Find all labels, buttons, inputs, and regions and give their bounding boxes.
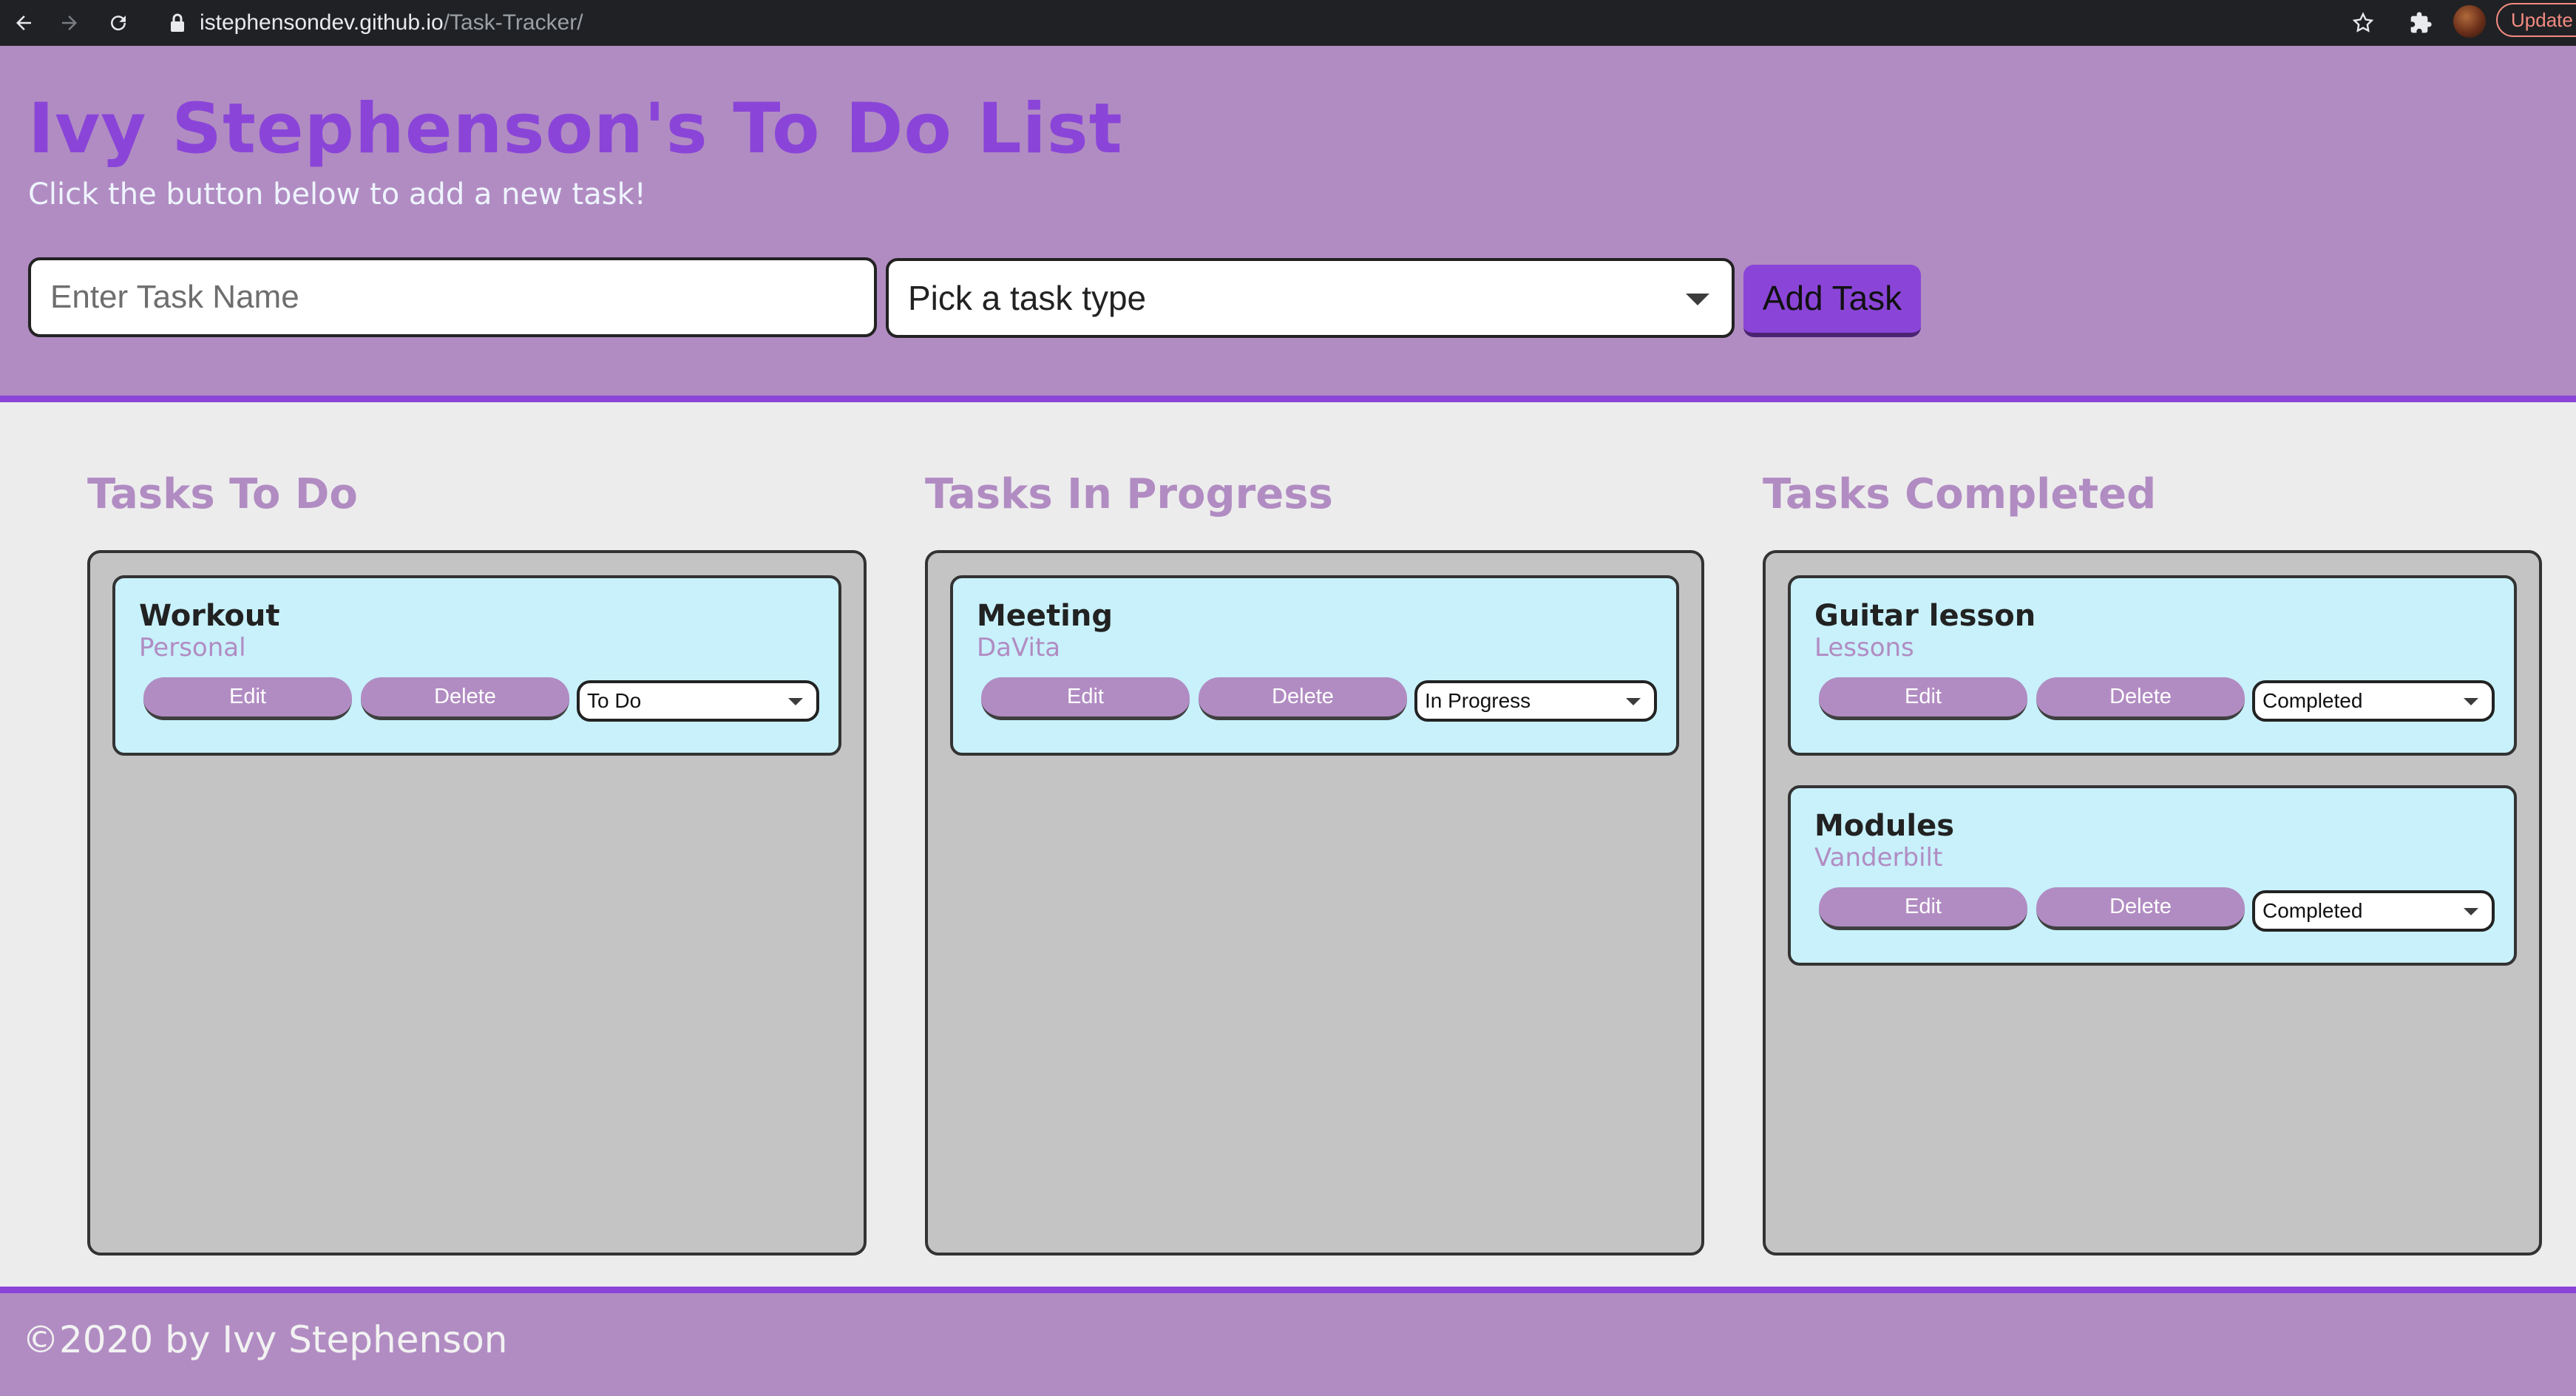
bookmark-star-icon[interactable] [2341,0,2385,46]
update-button[interactable]: Update [2496,3,2576,37]
edit-button[interactable]: Edit [1819,887,2027,930]
delete-button[interactable]: Delete [2036,677,2245,720]
lock-icon[interactable] [155,0,200,46]
task-type: Lessons [1814,633,1914,663]
status-select[interactable]: Completed [2252,680,2495,722]
delete-button[interactable]: Delete [2036,887,2245,930]
chevron-down-icon [1686,294,1709,305]
task-type: Personal [139,633,246,663]
status-selected-value: Completed [2263,899,2363,922]
delete-button[interactable]: Delete [1199,677,1407,720]
task-type-select[interactable]: Pick a task type [886,258,1735,338]
back-arrow-icon[interactable] [1,0,46,46]
page-subtitle: Click the button below to add a new task… [28,177,646,211]
url-domain: istephensondev.github.io [200,10,444,35]
page-header: Ivy Stephenson's To Do List Click the bu… [0,46,2576,402]
browser-toolbar: istephensondev.github.io/Task-Tracker/ U… [0,0,2576,46]
delete-button[interactable]: Delete [361,677,569,720]
status-selected-value: In Progress [1425,689,1531,712]
add-task-button[interactable]: Add Task [1743,265,1921,337]
status-select[interactable]: To Do [577,680,819,722]
chevron-down-icon [1626,698,1641,705]
status-select[interactable]: Completed [2252,890,2495,932]
task-card: Workout Personal Edit Delete To Do [112,575,841,756]
footer-copyright: ©2020 by Ivy Stephenson [22,1318,508,1361]
column-title-completed: Tasks Completed [1763,470,2157,518]
forward-arrow-icon[interactable] [47,0,92,46]
edit-button[interactable]: Edit [981,677,1190,720]
task-name: Guitar lesson [1814,599,2036,633]
url-path: /Task-Tracker/ [443,10,583,35]
page-footer: ©2020 by Ivy Stephenson [0,1287,2576,1396]
task-name-input[interactable] [28,257,877,337]
edit-button[interactable]: Edit [1819,677,2027,720]
task-name: Workout [139,599,280,633]
column-panel-in-progress: Meeting DaVita Edit Delete In Progress [925,550,1704,1256]
page-title: Ivy Stephenson's To Do List [28,89,1123,169]
task-card: Modules Vanderbilt Edit Delete Completed [1788,785,2517,966]
column-panel-todo: Workout Personal Edit Delete To Do [87,550,867,1256]
task-name: Modules [1814,809,1955,843]
task-name: Meeting [977,599,1114,633]
status-selected-value: Completed [2263,689,2363,712]
task-card: Guitar lesson Lessons Edit Delete Comple… [1788,575,2517,756]
task-type-selected-value: Pick a task type [908,279,1147,317]
address-bar[interactable]: istephensondev.github.io/Task-Tracker/ [200,0,583,46]
status-selected-value: To Do [587,689,642,712]
chevron-down-icon [2464,908,2478,915]
column-title-in-progress: Tasks In Progress [925,470,1333,518]
profile-avatar[interactable] [2453,5,2486,38]
edit-button[interactable]: Edit [143,677,352,720]
task-card: Meeting DaVita Edit Delete In Progress [950,575,1679,756]
column-panel-completed: Guitar lesson Lessons Edit Delete Comple… [1763,550,2542,1256]
extensions-puzzle-icon[interactable] [2399,0,2443,46]
chevron-down-icon [2464,698,2478,705]
task-type: DaVita [977,633,1061,663]
status-select[interactable]: In Progress [1414,680,1657,722]
column-title-todo: Tasks To Do [87,470,358,518]
chevron-down-icon [788,698,803,705]
task-type: Vanderbilt [1814,843,1943,872]
reload-icon[interactable] [96,0,140,46]
